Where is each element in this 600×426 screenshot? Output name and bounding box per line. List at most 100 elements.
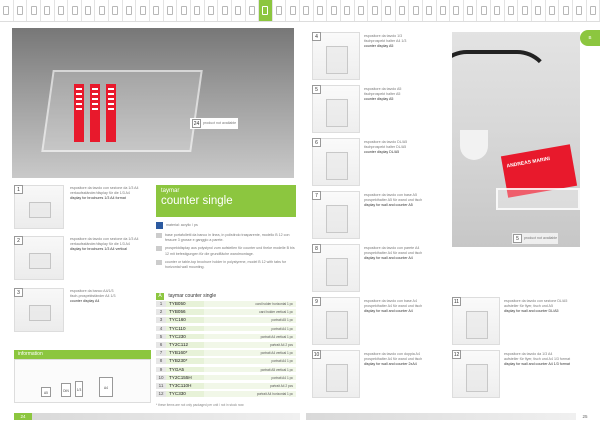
photo-caption-text: product not available bbox=[524, 235, 558, 240]
stand-icon bbox=[167, 6, 173, 15]
item-12-text: espositore da tavolo da 1/3 A4 aufsteller… bbox=[504, 352, 584, 368]
range-thumb bbox=[355, 0, 369, 21]
stand-icon bbox=[480, 6, 487, 15]
stand-icon bbox=[98, 6, 105, 15]
desk-photo: ANDREAS MARINI 5 product not available bbox=[452, 32, 580, 247]
section-tab[interactable]: B bbox=[580, 30, 600, 46]
row-number: 6 bbox=[156, 342, 166, 348]
item-line-strong: display for brochures 1/3 A4 vertical bbox=[70, 247, 127, 252]
stand-icon bbox=[57, 6, 64, 15]
stand-icon bbox=[535, 6, 542, 15]
row-code: TY2C112 bbox=[166, 342, 204, 348]
holder-image bbox=[466, 364, 488, 392]
table-row: 8 TYB230* portrait A4 1 pc bbox=[156, 358, 296, 365]
item-line-strong: counter display A4 bbox=[70, 299, 100, 304]
stand-icon bbox=[44, 6, 51, 15]
range-thumb bbox=[177, 0, 191, 21]
stand-icon bbox=[385, 6, 392, 15]
stand-icon bbox=[344, 6, 351, 15]
size-box-din: DIN bbox=[61, 383, 71, 397]
hero-caption-text: product not available bbox=[203, 120, 237, 125]
holder-image bbox=[326, 46, 348, 74]
item-badge: 7 bbox=[312, 191, 321, 200]
row-code: TYB050 bbox=[166, 301, 204, 307]
thumb-item-7: 7 bbox=[312, 191, 360, 239]
meta-line: material: acrylic / ps bbox=[166, 222, 198, 227]
stand-icon bbox=[248, 6, 255, 15]
row-number: 7 bbox=[156, 350, 166, 356]
stand-icon bbox=[139, 6, 146, 15]
row-number: 3 bbox=[156, 317, 166, 323]
flag-icon bbox=[156, 233, 162, 238]
range-thumb bbox=[82, 0, 96, 21]
thumb-item-1: 1 bbox=[14, 185, 64, 229]
thumb-item-2: 2 bbox=[14, 236, 64, 280]
stand-icon bbox=[303, 6, 310, 15]
item-2-text: espositore da tavolo con sezione da 1/3 … bbox=[70, 237, 150, 253]
range-thumb bbox=[314, 0, 328, 21]
stand-icon bbox=[153, 6, 160, 15]
stand-icon bbox=[494, 6, 501, 15]
row-code: TYC110 bbox=[166, 325, 204, 332]
item-line-strong: display for wall and counter A4 bbox=[364, 256, 413, 261]
table-row: 9 TYGA5 portrait A5 vertical 1 pc bbox=[156, 366, 296, 374]
hero-caption-badge: 24 bbox=[192, 119, 201, 128]
item-4-text: espositore da tavolo 1/3 tischprospekt ha… bbox=[364, 34, 448, 50]
range-thumb bbox=[382, 0, 396, 21]
row-code: TYB230* bbox=[166, 358, 204, 364]
stand-icon bbox=[71, 6, 78, 15]
range-thumb bbox=[191, 0, 205, 21]
table-row: 4 TYC110 portrait A4 1 pc bbox=[156, 325, 296, 333]
thumb-item-8: 8 bbox=[312, 244, 360, 292]
stand-icon bbox=[126, 6, 133, 15]
item-line-strong: counter display A5 bbox=[364, 44, 394, 49]
table-row: 6 TY2C112 portrait A4 2 pcs bbox=[156, 342, 296, 349]
item-badge: 3 bbox=[14, 288, 23, 297]
row-desc: portrait A4 1 pc bbox=[204, 358, 296, 364]
range-thumb bbox=[546, 0, 560, 21]
footnote: * these items are not only packaged per … bbox=[156, 403, 244, 407]
stand-icon bbox=[508, 6, 515, 15]
desc-text: counter or table-top brochure holder in … bbox=[165, 259, 287, 270]
row-desc: portrait A4 2 pcs bbox=[204, 342, 296, 348]
row-code: TY3C110H bbox=[166, 383, 204, 389]
item-badge: 10 bbox=[312, 350, 321, 359]
stand-icon bbox=[85, 6, 92, 15]
stand-icon bbox=[548, 6, 555, 15]
row-desc: portrait A4 1 pc bbox=[204, 374, 296, 381]
table-title: taymar counter single bbox=[168, 293, 217, 299]
stand-icon bbox=[371, 6, 378, 15]
photo-caption: 5 product not available bbox=[512, 233, 559, 244]
stand-icon bbox=[235, 6, 242, 15]
holder-image bbox=[326, 364, 348, 392]
thumb-item-10: 10 bbox=[312, 350, 360, 398]
hero-photo: 24 product not available bbox=[12, 28, 294, 178]
stand-icon bbox=[16, 6, 23, 15]
item-3-text: espositore da banco A4/1/3 tisch-prospek… bbox=[70, 289, 150, 305]
stand-icon bbox=[426, 6, 433, 15]
range-thumb bbox=[396, 0, 410, 21]
row-code: TYB160* bbox=[166, 350, 204, 356]
table-row: 11 TY3C110H portrait A4 2 pcs bbox=[156, 383, 296, 390]
stand-icon bbox=[207, 6, 214, 15]
range-thumb bbox=[532, 0, 546, 21]
row-code: TY2C155H bbox=[166, 374, 204, 381]
range-thumb bbox=[477, 0, 492, 21]
item-line-strong: display for wall and counter A5 bbox=[364, 203, 413, 208]
size-box-a4: A4 bbox=[99, 377, 113, 397]
range-thumb bbox=[164, 0, 178, 21]
thumb-item-5: 5 bbox=[312, 85, 360, 133]
item-11-text: espositore da tavolo con sezione DL/A5 au… bbox=[504, 299, 584, 315]
material-icon bbox=[156, 222, 163, 229]
stand-icon bbox=[439, 6, 446, 15]
row-number: 5 bbox=[156, 333, 166, 340]
range-thumb bbox=[41, 0, 55, 21]
range-thumb bbox=[300, 0, 314, 21]
range-thumb bbox=[518, 0, 532, 21]
information-body: A5 DIN 1/3 A4 bbox=[14, 359, 151, 403]
row-desc: card holder vertical 1 pc bbox=[204, 309, 296, 315]
row-code: TYGA5 bbox=[166, 366, 204, 373]
range-thumb bbox=[136, 0, 151, 21]
range-thumb bbox=[0, 0, 14, 21]
item-9-text: espositore da tavolo con base A4 prospekt… bbox=[364, 299, 448, 315]
